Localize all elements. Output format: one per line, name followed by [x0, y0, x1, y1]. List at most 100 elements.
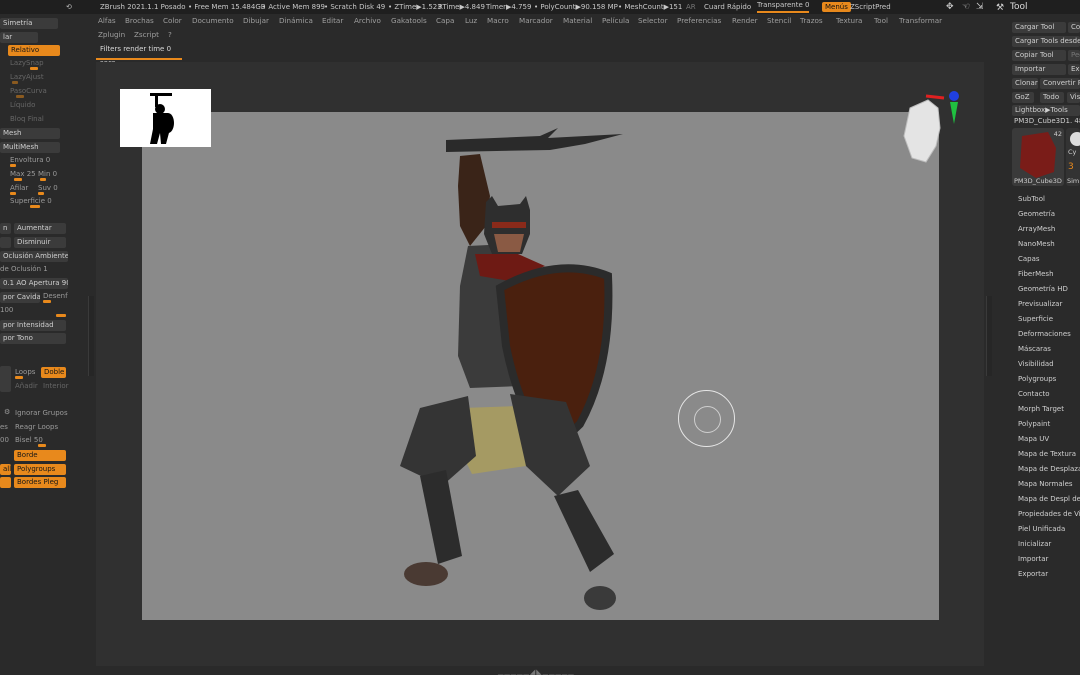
secondary-tool-thumbnail[interactable]: Cy 3 Sim — [1066, 128, 1080, 186]
right-tray-grip[interactable] — [986, 296, 992, 376]
menu-trazos[interactable]: Trazos — [800, 14, 823, 28]
ar-label[interactable]: AR — [686, 0, 696, 14]
quick-save-button[interactable]: Cuard Rápido — [704, 0, 751, 14]
arrows-icon[interactable]: ✥ — [946, 0, 954, 14]
section-polypaint[interactable]: Polypaint — [1018, 418, 1050, 430]
menu-brochas[interactable]: Brochas — [125, 14, 154, 28]
menu-preferencias[interactable]: Preferencias — [677, 14, 721, 28]
menu-material[interactable]: Material — [563, 14, 592, 28]
copy-tool-mini-button[interactable]: Cop — [1068, 22, 1080, 33]
simetria-button[interactable]: Simetría — [0, 18, 58, 29]
orientation-gizmo[interactable] — [896, 88, 966, 168]
lazyajust-slider[interactable] — [12, 81, 18, 84]
section-capas[interactable]: Capas — [1018, 253, 1040, 265]
oclusion-ambiente-button[interactable]: Oclusión Ambiente — [0, 251, 68, 262]
lar-button[interactable]: lar — [0, 32, 38, 43]
por-intensidad-button[interactable]: por Intensidad — [0, 320, 66, 331]
section-polygroups[interactable]: Polygroups — [1018, 373, 1056, 385]
section-mapa-despl-vector[interactable]: Mapa de Despl de V — [1018, 493, 1080, 505]
menu-zplugin[interactable]: Zplugin — [98, 28, 125, 42]
section-contacto[interactable]: Contacto — [1018, 388, 1050, 400]
menu-help[interactable]: ? — [168, 28, 172, 42]
value-00[interactable]: 00 — [0, 435, 9, 445]
menu-zscript[interactable]: Zscript — [134, 28, 159, 42]
section-previsualizar[interactable]: Previsualizar — [1018, 298, 1062, 310]
todo-button[interactable]: Todo — [1040, 92, 1064, 103]
visible-button[interactable]: Vis — [1067, 92, 1080, 103]
doble-button[interactable]: Doble — [41, 367, 66, 378]
menu-dinamica[interactable]: Dinámica — [279, 14, 313, 28]
bloq-final-label[interactable]: Bloq Final — [10, 114, 44, 124]
exportar-tool-button[interactable]: Exp — [1068, 64, 1080, 75]
gear-icon[interactable]: ⚙ — [4, 407, 10, 417]
section-propiedades-visualizacion[interactable]: Propiedades de Vis — [1018, 508, 1080, 520]
small-orange-button[interactable] — [0, 477, 11, 488]
section-superficie[interactable]: Superficie — [1018, 313, 1053, 325]
ao-apertura-slider[interactable]: 0.1 AO Apertura 90 — [0, 278, 68, 289]
transparency-slider[interactable]: Transparente 0 — [757, 0, 810, 13]
section-mapa-textura[interactable]: Mapa de Textura — [1018, 448, 1076, 460]
hand-icon[interactable]: ☜ — [962, 0, 970, 14]
small-blank-button[interactable] — [0, 237, 11, 248]
refresh-icon[interactable]: ⟲ — [66, 0, 72, 14]
por-cavidad-button[interactable]: por Cavidad — [0, 292, 40, 303]
menu-dibujar[interactable]: Dibujar — [243, 14, 269, 28]
convertir-button[interactable]: Convertir P — [1040, 78, 1080, 89]
current-tool-thumbnail[interactable]: 42 PM3D_Cube3D — [1012, 128, 1064, 186]
swatch-button[interactable] — [0, 366, 11, 392]
section-piel-unificada[interactable]: Piel Unificada — [1018, 523, 1065, 535]
pasocurva-slider[interactable] — [16, 95, 24, 98]
section-mascaras[interactable]: Máscaras — [1018, 343, 1051, 355]
borde-button[interactable]: Borde — [14, 450, 66, 461]
menu-render[interactable]: Render — [732, 14, 758, 28]
lazysnap-slider[interactable] — [30, 67, 38, 70]
menu-tool[interactable]: Tool — [874, 14, 888, 28]
alla-button[interactable]: alla — [0, 464, 11, 475]
default-script[interactable]: ZScriptPred — [850, 0, 891, 14]
liquido-label[interactable]: Líquido — [10, 100, 35, 110]
menu-selector[interactable]: Selector — [638, 14, 668, 28]
warrior-model[interactable] — [380, 126, 640, 616]
section-nanomesh[interactable]: NanoMesh — [1018, 238, 1055, 250]
menus-button[interactable]: Menús — [822, 2, 851, 12]
section-mapa-normales[interactable]: Mapa Normales — [1018, 478, 1073, 490]
mesh-button[interactable]: Mesh — [0, 128, 60, 139]
section-inicializar[interactable]: Inicializar — [1018, 538, 1051, 550]
ignorar-grupos-toggle[interactable]: Ignorar Grupos — [15, 408, 68, 418]
bordes-pleg-button[interactable]: Bordes Pleg — [14, 477, 66, 488]
menu-transformar[interactable]: Transformar — [899, 14, 942, 28]
menu-color[interactable]: Color — [163, 14, 182, 28]
anadir-label[interactable]: Añadir — [15, 381, 38, 391]
reagr-loops-toggle[interactable]: Reagr Loops — [15, 422, 58, 432]
menu-editar[interactable]: Editar — [322, 14, 343, 28]
menu-archivo[interactable]: Archivo — [354, 14, 381, 28]
section-deformaciones[interactable]: Deformaciones — [1018, 328, 1071, 340]
section-subtool[interactable]: SubTool — [1018, 193, 1045, 205]
polygroups-button[interactable]: Polygroups — [14, 464, 66, 475]
menu-gakatools[interactable]: Gakatools — [391, 14, 427, 28]
interior-label[interactable]: Interior — [43, 381, 69, 391]
aumentar-button[interactable]: Aumentar — [14, 223, 66, 234]
lightbox-tools-button[interactable]: Lightbox▶Tools — [1012, 105, 1080, 116]
section-morph-target[interactable]: Morph Target — [1018, 403, 1064, 415]
menu-alfas[interactable]: Alfas — [98, 14, 116, 28]
bottom-shelf-handle[interactable]: ▁▁▁▁▁◢◣▁▁▁▁▁ — [498, 668, 575, 675]
render-time-tab[interactable]: Filters render time 0 secs — [96, 42, 182, 67]
cargar-tool-button[interactable]: Cargar Tool — [1012, 22, 1066, 33]
silhouette-thumbnail[interactable] — [120, 89, 211, 147]
importar-tool-button[interactable]: Importar — [1012, 64, 1066, 75]
section-importar[interactable]: Importar — [1018, 553, 1048, 565]
copiar-tool-button[interactable]: Copiar Tool — [1012, 50, 1066, 61]
section-geometria-hd[interactable]: Geometría HD — [1018, 283, 1068, 295]
section-mapa-uv[interactable]: Mapa UV — [1018, 433, 1049, 445]
pegar-tool-button[interactable]: Peg — [1068, 50, 1080, 61]
menu-capa[interactable]: Capa — [436, 14, 454, 28]
lazysnap-label[interactable]: LazySnap — [10, 58, 44, 68]
left-tray-grip[interactable] — [88, 296, 94, 376]
cargar-tools-desde-button[interactable]: Cargar Tools desde — [1012, 36, 1080, 47]
section-arraymesh[interactable]: ArrayMesh — [1018, 223, 1055, 235]
menu-pelicula[interactable]: Película — [602, 14, 629, 28]
goz-button[interactable]: GoZ — [1012, 92, 1034, 103]
relativo-button[interactable]: Relativo — [8, 45, 60, 56]
por-tono-button[interactable]: por Tono — [0, 333, 66, 344]
